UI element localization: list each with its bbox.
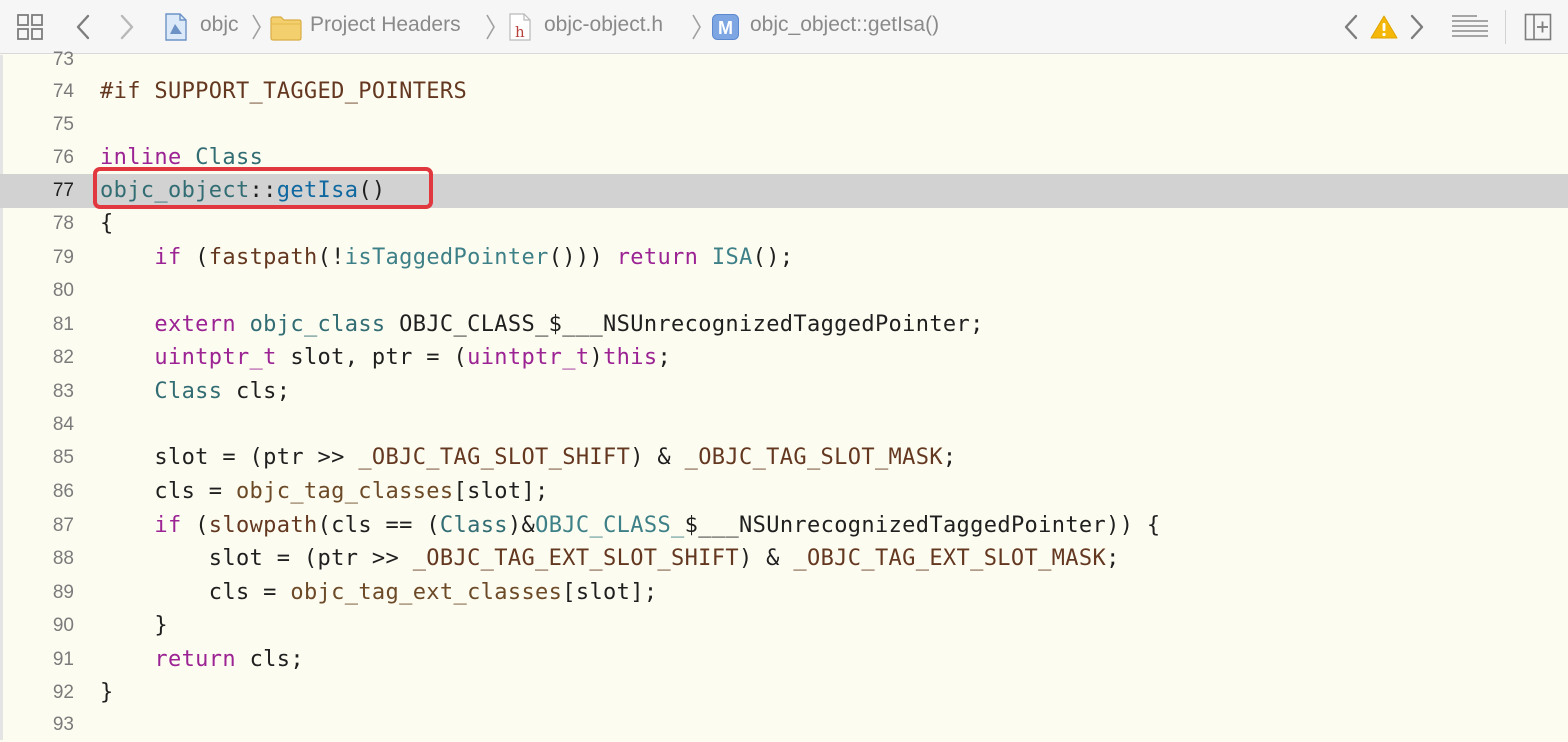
breadcrumb-item-folder[interactable]: Project Headers bbox=[268, 8, 482, 46]
header-file-icon: h bbox=[508, 12, 532, 47]
code-line[interactable]: 79 if (fastpath(!isTaggedPointer())) ret… bbox=[0, 241, 1568, 275]
code-text: Class cls; bbox=[154, 379, 291, 404]
line-number: 87 bbox=[52, 515, 74, 536]
code-text: if (slowpath(cls == (Class)&OBJC_CLASS_$… bbox=[154, 513, 1161, 538]
source-editor[interactable]: 73 74 #if SUPPORT_TAGGED_POINTERS 75 76 … bbox=[0, 49, 1568, 742]
line-number: 78 bbox=[52, 213, 74, 234]
line-number: 74 bbox=[52, 81, 74, 102]
breadcrumb-item-file[interactable]: h objc-object.h bbox=[504, 8, 690, 46]
code-line[interactable]: 90 } bbox=[0, 609, 1568, 643]
code-line[interactable]: 84 bbox=[0, 408, 1568, 442]
code-line[interactable]: 87 if (slowpath(cls == (Class)&OBJC_CLAS… bbox=[0, 509, 1568, 543]
code-line[interactable]: 91 return cls; bbox=[0, 643, 1568, 677]
add-editor-icon[interactable] bbox=[1522, 11, 1554, 43]
code-line[interactable]: 81 extern objc_class OBJC_CLASS_$___NSUn… bbox=[0, 308, 1568, 342]
line-number: 92 bbox=[52, 682, 74, 703]
line-number: 84 bbox=[52, 414, 74, 435]
line-number: 86 bbox=[52, 481, 74, 502]
code-line[interactable]: 75 bbox=[0, 108, 1568, 142]
breadcrumb-item-project[interactable]: objc bbox=[160, 8, 250, 46]
line-number: 77 bbox=[52, 180, 74, 201]
breadcrumb-label: objc bbox=[200, 13, 239, 36]
code-line[interactable]: 85 slot = (ptr >> _OBJC_TAG_SLOT_SHIFT) … bbox=[0, 441, 1568, 475]
code-line[interactable]: 88 slot = (ptr >> _OBJC_TAG_EXT_SLOT_SHI… bbox=[0, 542, 1568, 576]
code-text: uintptr_t slot, ptr = (uintptr_t)this; bbox=[154, 345, 672, 370]
breadcrumb-item-method[interactable]: M objc_object::getIsa() bbox=[708, 8, 978, 46]
svg-text:M: M bbox=[718, 18, 733, 38]
code-text: { bbox=[100, 211, 114, 236]
code-text: } bbox=[100, 680, 114, 705]
line-number: 91 bbox=[52, 649, 74, 670]
next-issue-icon[interactable] bbox=[1404, 11, 1430, 43]
line-number: 83 bbox=[52, 381, 74, 402]
code-line[interactable]: 73 bbox=[0, 43, 1568, 77]
related-items-icon[interactable] bbox=[14, 11, 46, 43]
line-number: 81 bbox=[52, 314, 74, 335]
code-text: slot = (ptr >> _OBJC_TAG_SLOT_SHIFT) & _… bbox=[100, 445, 957, 470]
back-icon[interactable] bbox=[70, 11, 96, 43]
code-text: slot = (ptr >> _OBJC_TAG_EXT_SLOT_SHIFT)… bbox=[100, 546, 1120, 571]
divider bbox=[1505, 10, 1506, 44]
line-number: 80 bbox=[52, 280, 74, 301]
document-outline-icon[interactable] bbox=[1450, 11, 1490, 43]
code-line[interactable]: 74 #if SUPPORT_TAGGED_POINTERS bbox=[0, 75, 1568, 109]
forward-icon[interactable] bbox=[114, 11, 140, 43]
code-line[interactable]: 92 } bbox=[0, 676, 1568, 710]
code-line[interactable]: 93 bbox=[0, 708, 1568, 742]
line-number: 82 bbox=[52, 347, 74, 368]
code-line[interactable]: 89 cls = objc_tag_ext_classes[slot]; bbox=[0, 576, 1568, 610]
method-icon: M bbox=[712, 14, 739, 45]
code-text: } bbox=[100, 613, 168, 638]
previous-issue-icon[interactable] bbox=[1338, 11, 1364, 43]
line-number: 79 bbox=[52, 247, 74, 268]
breadcrumb-label: Project Headers bbox=[310, 13, 461, 36]
code-line[interactable]: 82 uintptr_t slot, ptr = (uintptr_t)this… bbox=[0, 341, 1568, 375]
code-text: if (fastpath(!isTaggedPointer())) return… bbox=[154, 245, 794, 270]
line-number: 76 bbox=[52, 147, 74, 168]
code-text: #if SUPPORT_TAGGED_POINTERS bbox=[100, 79, 468, 104]
breadcrumb-label: objc-object.h bbox=[544, 13, 664, 36]
svg-text:h: h bbox=[515, 23, 525, 41]
line-number: 75 bbox=[52, 114, 74, 135]
warning-icon[interactable] bbox=[1368, 11, 1400, 43]
code-line[interactable]: 78 { bbox=[0, 207, 1568, 241]
folder-icon bbox=[270, 15, 302, 46]
code-line[interactable]: 86 cls = objc_tag_classes[slot]; bbox=[0, 475, 1568, 509]
code-line[interactable]: 80 bbox=[0, 274, 1568, 308]
line-number: 89 bbox=[52, 582, 74, 603]
line-number: 90 bbox=[52, 615, 74, 636]
code-text: cls = objc_tag_classes[slot]; bbox=[100, 479, 549, 504]
highlight-annotation bbox=[93, 167, 433, 209]
line-number: 85 bbox=[52, 447, 74, 468]
line-number: 73 bbox=[52, 49, 74, 70]
code-line[interactable]: 83 Class cls; bbox=[0, 375, 1568, 409]
code-text: return cls; bbox=[154, 647, 304, 672]
code-text: cls = objc_tag_ext_classes[slot]; bbox=[100, 580, 658, 605]
code-text: extern objc_class OBJC_CLASS_$___NSUnrec… bbox=[154, 312, 984, 337]
line-number: 88 bbox=[52, 548, 74, 569]
project-icon bbox=[164, 12, 188, 47]
breadcrumb-label: objc_object::getIsa() bbox=[750, 13, 940, 36]
line-number: 93 bbox=[52, 714, 74, 735]
